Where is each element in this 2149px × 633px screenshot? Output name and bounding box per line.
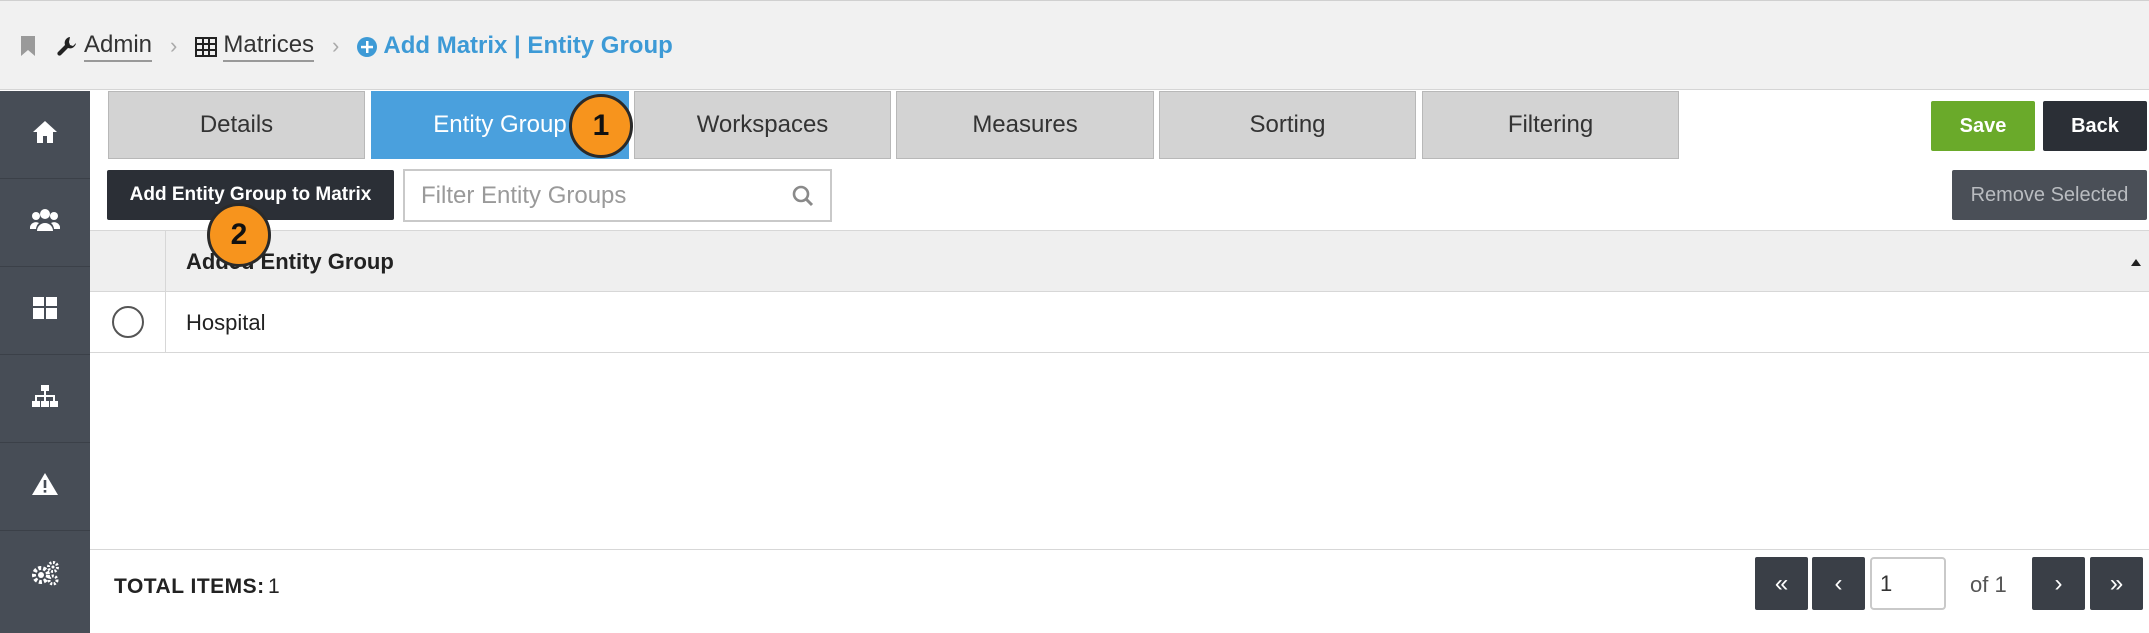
tab-label: Measures [972,111,1078,138]
page-count-label: of 1 [1970,572,2007,597]
sort-asc-icon[interactable] [2130,255,2142,266]
top-bar: Admin › Matrices › Add Matrix | Entity G… [0,0,2149,90]
page-title: Add Matrix | Entity Group [383,32,673,59]
callout-2: 2 [207,203,271,267]
chevron-right-icon: › [170,33,178,58]
plus-circle-icon [357,36,378,57]
page-number-input[interactable] [1870,557,1946,610]
double-chevron-left-icon: « [1774,569,1789,597]
filter-input[interactable] [421,181,792,210]
sitemap-icon [31,384,59,413]
last-page-button[interactable]: » [2090,557,2143,610]
sidebar [0,91,90,633]
callout-1: 1 [569,94,633,158]
home-icon [32,120,58,149]
warning-icon [31,472,59,501]
remove-selected-button[interactable]: Remove Selected [1952,170,2147,220]
table-row[interactable]: Hospital [90,292,2149,353]
gears-icon [30,560,60,591]
total-items-label: TOTAL ITEMS: [114,575,265,598]
sidebar-item-settings[interactable] [0,531,90,619]
tab-label: Workspaces [696,111,829,138]
table-icon [195,36,218,57]
total-items-value: 1 [268,575,280,598]
sidebar-item-dashboard[interactable] [0,267,90,355]
chevron-right-icon: › [332,33,340,58]
sidebar-item-hierarchy[interactable] [0,355,90,443]
row-select-radio[interactable] [112,306,144,338]
tab-filtering[interactable]: Filtering [1422,91,1679,159]
main-content: Details Entity Group Workspaces Measures… [90,91,2149,633]
breadcrumb-admin[interactable]: Admin [56,31,153,62]
next-page-button[interactable]: › [2032,557,2085,610]
wrench-icon [56,35,78,57]
chevron-right-icon: › [2054,569,2063,597]
tab-details[interactable]: Details [108,91,365,159]
breadcrumb: Admin › Matrices › Add Matrix | Entity G… [20,29,673,63]
double-chevron-right-icon: » [2109,569,2124,597]
search-icon[interactable] [792,185,814,207]
breadcrumb-current: Add Matrix | Entity Group [357,32,673,60]
table-header: Added Entity Group [90,230,2149,293]
chevron-left-icon: ‹ [1834,569,1843,597]
breadcrumb-matrices-label[interactable]: Matrices [223,31,315,62]
sidebar-item-alerts[interactable] [0,443,90,531]
first-page-button[interactable]: « [1755,557,1808,610]
bookmark-icon[interactable] [20,35,36,57]
column-divider [165,292,166,353]
breadcrumb-admin-label[interactable]: Admin [84,31,153,62]
back-button[interactable]: Back [2043,101,2147,151]
tab-label: Sorting [1249,111,1326,138]
sidebar-item-users[interactable] [0,179,90,267]
filter-entity-groups [403,169,832,222]
row-entity-group-name: Hospital [186,310,266,335]
tab-label: Entity Group [433,111,567,138]
tab-label: Details [199,111,274,138]
previous-page-button[interactable]: ‹ [1812,557,1865,610]
tab-measures[interactable]: Measures [896,91,1154,159]
breadcrumb-matrices[interactable]: Matrices [195,31,315,62]
tab-sorting[interactable]: Sorting [1159,91,1416,159]
save-button[interactable]: Save [1931,101,2035,151]
users-icon [29,207,61,238]
dashboard-icon [32,296,58,325]
column-divider [165,231,166,293]
tab-label: Filtering [1507,111,1594,138]
sidebar-item-home[interactable] [0,91,90,179]
tab-workspaces[interactable]: Workspaces [634,91,891,159]
